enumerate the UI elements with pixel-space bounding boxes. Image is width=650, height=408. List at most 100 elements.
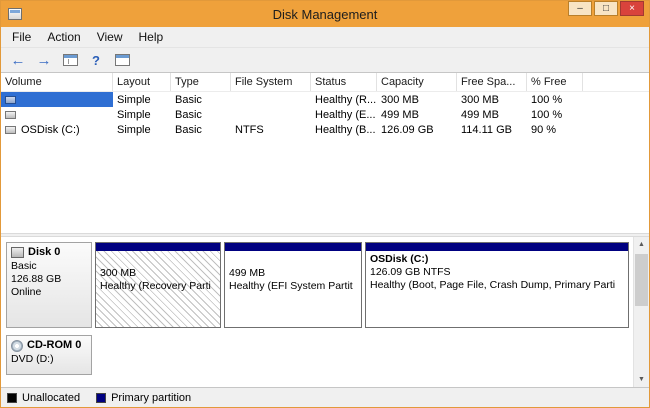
column-header-filler bbox=[583, 73, 649, 91]
column-header-status[interactable]: Status bbox=[311, 73, 377, 91]
disk-0-partitions: 300 MB Healthy (Recovery Parti 499 MB He… bbox=[95, 242, 629, 328]
partition-name: OSDisk (C:) bbox=[370, 253, 624, 266]
scrollbar-thumb[interactable] bbox=[635, 254, 648, 306]
partition-status: Healthy (Recovery Parti bbox=[100, 280, 216, 293]
cdrom-0-media: DVD (D:) bbox=[11, 353, 87, 366]
close-button[interactable]: × bbox=[620, 1, 644, 16]
pct-free-cell: 100 % bbox=[527, 109, 583, 121]
cdrom-0-area bbox=[95, 335, 629, 375]
partition-status: Healthy (EFI System Partit bbox=[229, 280, 357, 293]
scrollbar-track[interactable] bbox=[634, 252, 649, 372]
pct-free-cell: 90 % bbox=[527, 124, 583, 136]
volume-cell[interactable] bbox=[1, 92, 113, 107]
partition-efi[interactable]: 499 MB Healthy (EFI System Partit bbox=[224, 242, 362, 328]
menu-view[interactable]: View bbox=[89, 28, 131, 46]
status-cell: Healthy (R... bbox=[311, 94, 377, 106]
help-icon: ? bbox=[92, 53, 100, 68]
scroll-down-arrow-icon[interactable]: ▼ bbox=[634, 372, 649, 387]
volume-drive-icon bbox=[5, 126, 16, 134]
partition-osdisk[interactable]: OSDisk (C:) 126.09 GB NTFS Healthy (Boot… bbox=[365, 242, 629, 328]
capacity-cell: 499 MB bbox=[377, 109, 457, 121]
forward-button[interactable]: → bbox=[32, 50, 56, 71]
forward-icon: → bbox=[37, 53, 52, 68]
primary-partition-strip bbox=[225, 243, 361, 251]
disk-0-title: Disk 0 bbox=[11, 246, 87, 259]
scroll-up-arrow-icon[interactable]: ▲ bbox=[634, 237, 649, 252]
pct-free-cell: 100 % bbox=[527, 94, 583, 106]
column-header-type[interactable]: Type bbox=[171, 73, 231, 91]
capacity-cell: 126.09 GB bbox=[377, 124, 457, 136]
status-cell: Healthy (E... bbox=[311, 109, 377, 121]
graphical-view-scrollbar[interactable]: ▲ ▼ bbox=[633, 237, 649, 387]
partition-size: 499 MB bbox=[229, 267, 357, 280]
title-bar[interactable]: Disk Management – □ × bbox=[1, 1, 649, 27]
menu-file[interactable]: File bbox=[4, 28, 39, 46]
menu-action[interactable]: Action bbox=[39, 28, 88, 46]
cdrom-0-label[interactable]: CD-ROM 0 DVD (D:) bbox=[6, 335, 92, 375]
maximize-button[interactable]: □ bbox=[594, 1, 618, 16]
show-console-tree-button[interactable] bbox=[58, 50, 82, 71]
hard-disk-icon bbox=[11, 247, 24, 258]
window-title: Disk Management bbox=[1, 7, 649, 22]
cdrom-icon bbox=[11, 340, 23, 352]
disk-management-window: Disk Management – □ × File Action View H… bbox=[0, 0, 650, 408]
graphical-view-pane: Disk 0 Basic 126.88 GB Online 300 MB Hea… bbox=[1, 237, 649, 387]
back-button[interactable]: ← bbox=[6, 50, 30, 71]
disk-0-size: 126.88 GB bbox=[11, 273, 87, 286]
volume-row-osdisk[interactable]: OSDisk (C:) Simple Basic NTFS Healthy (B… bbox=[1, 122, 649, 137]
primary-partition-swatch bbox=[96, 393, 106, 403]
partition-size: 126.09 GB NTFS bbox=[370, 266, 624, 279]
status-cell: Healthy (B... bbox=[311, 124, 377, 136]
console-window-button[interactable] bbox=[110, 50, 134, 71]
caption-buttons: – □ × bbox=[568, 1, 644, 16]
menu-bar: File Action View Help bbox=[1, 27, 649, 48]
layout-cell: Simple bbox=[113, 124, 171, 136]
volume-cell[interactable]: OSDisk (C:) bbox=[1, 122, 113, 137]
disk-0-status: Online bbox=[11, 286, 87, 299]
legend-unallocated: Unallocated bbox=[7, 392, 80, 404]
disk-row-cdrom: CD-ROM 0 DVD (D:) bbox=[6, 335, 629, 375]
column-header-layout[interactable]: Layout bbox=[113, 73, 171, 91]
show-console-tree-icon bbox=[63, 54, 78, 66]
legend-label: Primary partition bbox=[111, 392, 191, 404]
partition-status: Healthy (Boot, Page File, Crash Dump, Pr… bbox=[370, 279, 624, 292]
app-icon bbox=[8, 8, 22, 20]
menu-help[interactable]: Help bbox=[131, 28, 172, 46]
volume-drive-icon bbox=[5, 96, 16, 104]
volume-row-recovery[interactable]: Simple Basic Healthy (R... 300 MB 300 MB… bbox=[1, 92, 649, 107]
file-system-cell: NTFS bbox=[231, 124, 311, 136]
back-icon: ← bbox=[11, 53, 26, 68]
free-space-cell: 300 MB bbox=[457, 94, 527, 106]
legend-label: Unallocated bbox=[22, 392, 80, 404]
console-window-icon bbox=[115, 54, 130, 66]
help-button[interactable]: ? bbox=[84, 50, 108, 71]
legend-primary-partition: Primary partition bbox=[96, 392, 191, 404]
unallocated-swatch bbox=[7, 393, 17, 403]
column-header-volume[interactable]: Volume bbox=[1, 73, 113, 91]
volume-drive-icon bbox=[5, 111, 16, 119]
disk-row-0: Disk 0 Basic 126.88 GB Online 300 MB Hea… bbox=[6, 242, 629, 328]
layout-cell: Simple bbox=[113, 109, 171, 121]
cdrom-0-name: CD-ROM 0 bbox=[27, 339, 81, 352]
disk-0-label[interactable]: Disk 0 Basic 126.88 GB Online bbox=[6, 242, 92, 328]
toolbar: ← → ? bbox=[1, 48, 649, 73]
layout-cell: Simple bbox=[113, 94, 171, 106]
legend-bar: Unallocated Primary partition bbox=[1, 387, 649, 407]
primary-partition-strip bbox=[96, 243, 220, 251]
volume-cell[interactable] bbox=[1, 107, 113, 122]
volume-table-header: Volume Layout Type File System Status Ca… bbox=[1, 73, 649, 92]
type-cell: Basic bbox=[171, 124, 231, 136]
column-header-file-system[interactable]: File System bbox=[231, 73, 311, 91]
column-header-capacity[interactable]: Capacity bbox=[377, 73, 457, 91]
volume-list-pane: Volume Layout Type File System Status Ca… bbox=[1, 73, 649, 233]
partition-recovery[interactable]: 300 MB Healthy (Recovery Parti bbox=[95, 242, 221, 328]
column-header-pct-free[interactable]: % Free bbox=[527, 73, 583, 91]
type-cell: Basic bbox=[171, 94, 231, 106]
volume-name: OSDisk (C:) bbox=[21, 124, 80, 136]
free-space-cell: 114.11 GB bbox=[457, 124, 527, 136]
volume-row-efi[interactable]: Simple Basic Healthy (E... 499 MB 499 MB… bbox=[1, 107, 649, 122]
column-header-free-space[interactable]: Free Spa... bbox=[457, 73, 527, 91]
primary-partition-strip bbox=[366, 243, 628, 251]
capacity-cell: 300 MB bbox=[377, 94, 457, 106]
minimize-button[interactable]: – bbox=[568, 1, 592, 16]
